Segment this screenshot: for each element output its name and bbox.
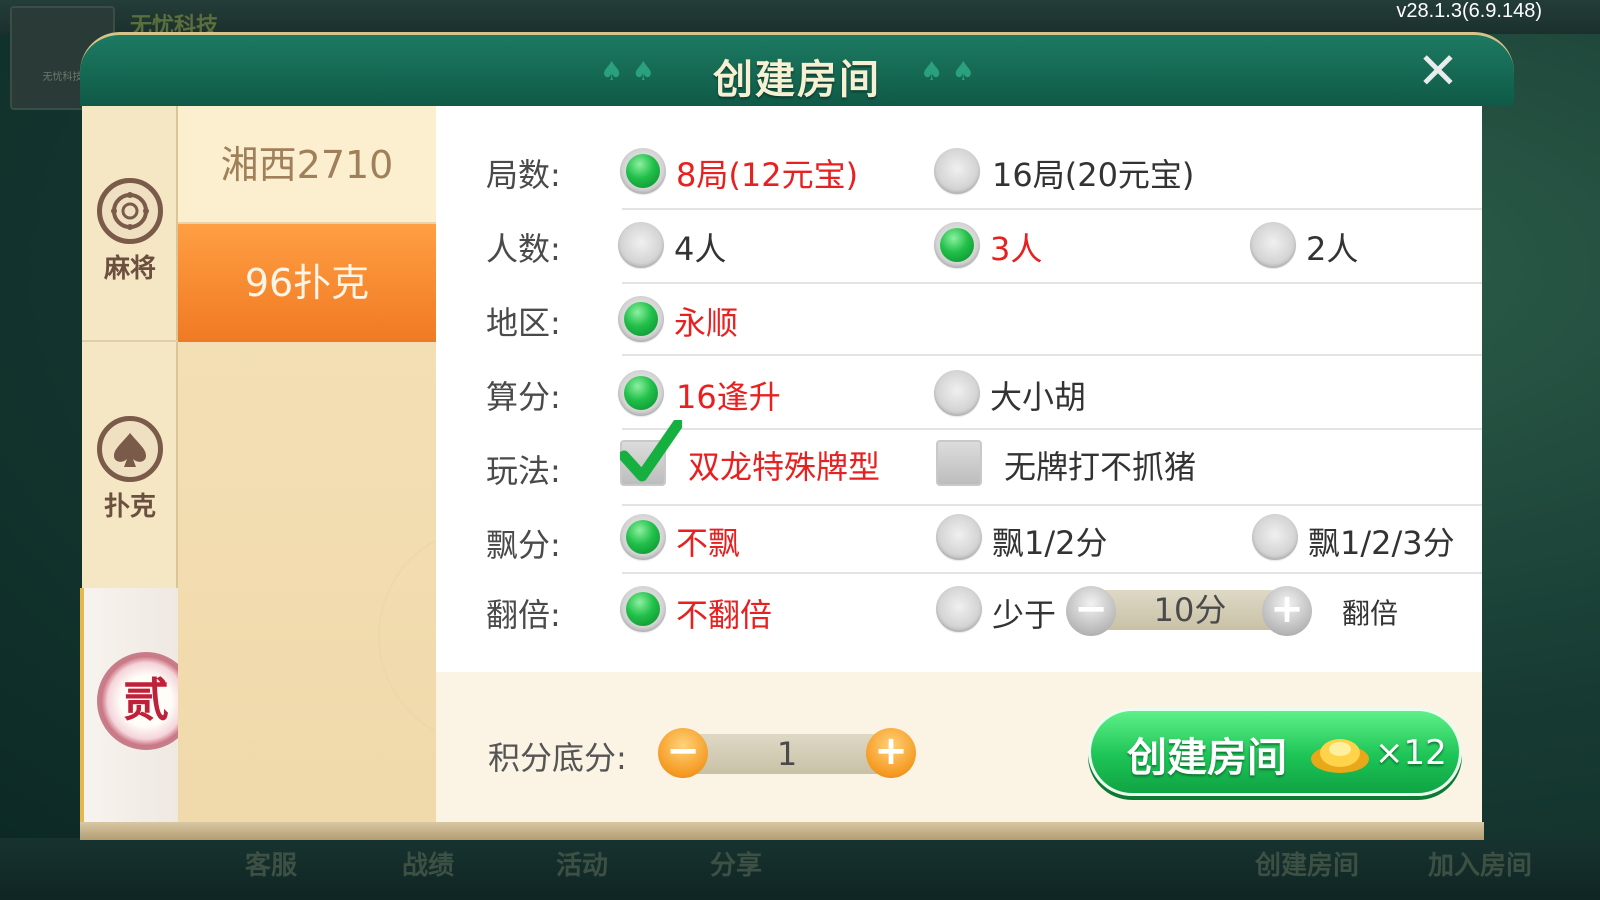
float-radio-12[interactable] <box>936 514 982 560</box>
scoring-label: 算分: <box>486 378 561 416</box>
category-label: 麻将 <box>103 254 156 284</box>
scoring-option-label: 大小胡 <box>990 378 1087 416</box>
scoring-radio-daxiaohu[interactable] <box>934 370 980 416</box>
category-label: 扑克 <box>103 492 156 522</box>
dialog-title: 创建房间 <box>713 57 881 103</box>
double-radio-lessthan[interactable] <box>936 586 982 632</box>
row-divider <box>622 572 1482 574</box>
region-option-label: 永顺 <box>674 304 739 342</box>
dialog-frame-bottom <box>80 822 1484 840</box>
close-icon[interactable]: ✕ <box>1410 43 1466 99</box>
base-score-increment-button[interactable]: + <box>866 728 916 778</box>
players-option-label: 4人 <box>674 230 727 268</box>
players-option-label: 2人 <box>1306 230 1359 268</box>
create-room-button[interactable]: 创建房间 ×12 <box>1088 708 1462 796</box>
row-divider <box>622 282 1482 284</box>
row-divider <box>622 208 1482 210</box>
nav-records: 战绩 <box>402 851 455 881</box>
category-mahjong[interactable]: 麻将 <box>82 178 178 285</box>
rounds-label: 局数: <box>486 156 561 194</box>
play-label: 玩法: <box>486 452 561 490</box>
float-option-label: 飘1/2分 <box>992 524 1108 562</box>
double-decrement-button[interactable]: − <box>1066 586 1116 636</box>
players-radio-3[interactable] <box>934 222 980 268</box>
version-label: v28.1.3(6.9.148) <box>1396 0 1542 22</box>
row-divider <box>622 354 1482 356</box>
play-option-label: 无牌打不抓猪 <box>1004 448 1197 486</box>
create-room-label: 创建房间 <box>1127 735 1287 781</box>
double-increment-button[interactable]: + <box>1262 586 1312 636</box>
float-radio-none[interactable] <box>620 514 666 560</box>
gold-ingot-icon <box>1311 739 1369 773</box>
double-suffix-label: 翻倍 <box>1342 597 1399 630</box>
check-icon <box>620 420 682 482</box>
rounds-radio-8[interactable] <box>620 148 666 194</box>
category-poker[interactable]: 扑克 <box>82 416 178 523</box>
game-item-xiangxi[interactable]: 湘西2710 <box>178 106 436 224</box>
region-radio-yongshun[interactable] <box>618 296 664 342</box>
lobby-topbar <box>0 0 1600 34</box>
double-option-label: 少于 <box>992 596 1057 634</box>
rail-divider <box>82 340 178 342</box>
lobby-bottom-bar <box>0 838 1600 900</box>
nav-events: 活动 <box>556 851 609 881</box>
nav-service: 客服 <box>245 851 298 881</box>
base-score-decrement-button[interactable]: − <box>658 728 708 778</box>
float-option-label: 飘1/2/3分 <box>1308 524 1455 562</box>
scoring-radio-16[interactable] <box>618 370 664 416</box>
region-label: 地区: <box>486 304 561 342</box>
rounds-radio-16[interactable] <box>934 148 980 194</box>
play-option-label: 双龙特殊牌型 <box>688 448 881 486</box>
double-label: 翻倍: <box>486 596 561 634</box>
row-divider <box>622 504 1482 506</box>
nav-create-room: 创建房间 <box>1255 851 1360 881</box>
row-divider <box>622 428 1482 430</box>
game-list: 湘西2710 96扑克 <box>178 106 598 836</box>
nav-share: 分享 <box>710 851 763 881</box>
scoring-option-label: 16逢升 <box>676 378 781 416</box>
mahjong-icon <box>97 178 163 244</box>
create-room-cost: ×12 <box>1375 733 1447 773</box>
base-score-label: 积分底分: <box>488 739 627 777</box>
players-radio-4[interactable] <box>618 222 664 268</box>
dialog-header: ♠ ♠ ♠ ♠ 创建房间 ✕ <box>80 32 1514 106</box>
players-label: 人数: <box>486 230 561 268</box>
nav-join-room: 加入房间 <box>1428 851 1533 881</box>
float-option-label: 不飘 <box>676 524 741 562</box>
base-score-value: 1 <box>684 734 890 774</box>
spade-icon <box>97 416 163 482</box>
play-checkbox-wupai[interactable] <box>936 440 982 486</box>
players-radio-2[interactable] <box>1250 222 1296 268</box>
float-label: 飘分: <box>486 526 561 564</box>
rounds-option-label: 16局(20元宝) <box>992 156 1195 194</box>
double-radio-none[interactable] <box>620 586 666 632</box>
double-option-label: 不翻倍 <box>676 596 773 634</box>
double-threshold-value: 10分 <box>1090 590 1290 630</box>
players-option-label: 3人 <box>990 230 1043 268</box>
rounds-option-label: 8局(12元宝) <box>676 156 859 194</box>
float-radio-123[interactable] <box>1252 514 1298 560</box>
game-item-96poker[interactable]: 96扑克 <box>178 224 436 342</box>
